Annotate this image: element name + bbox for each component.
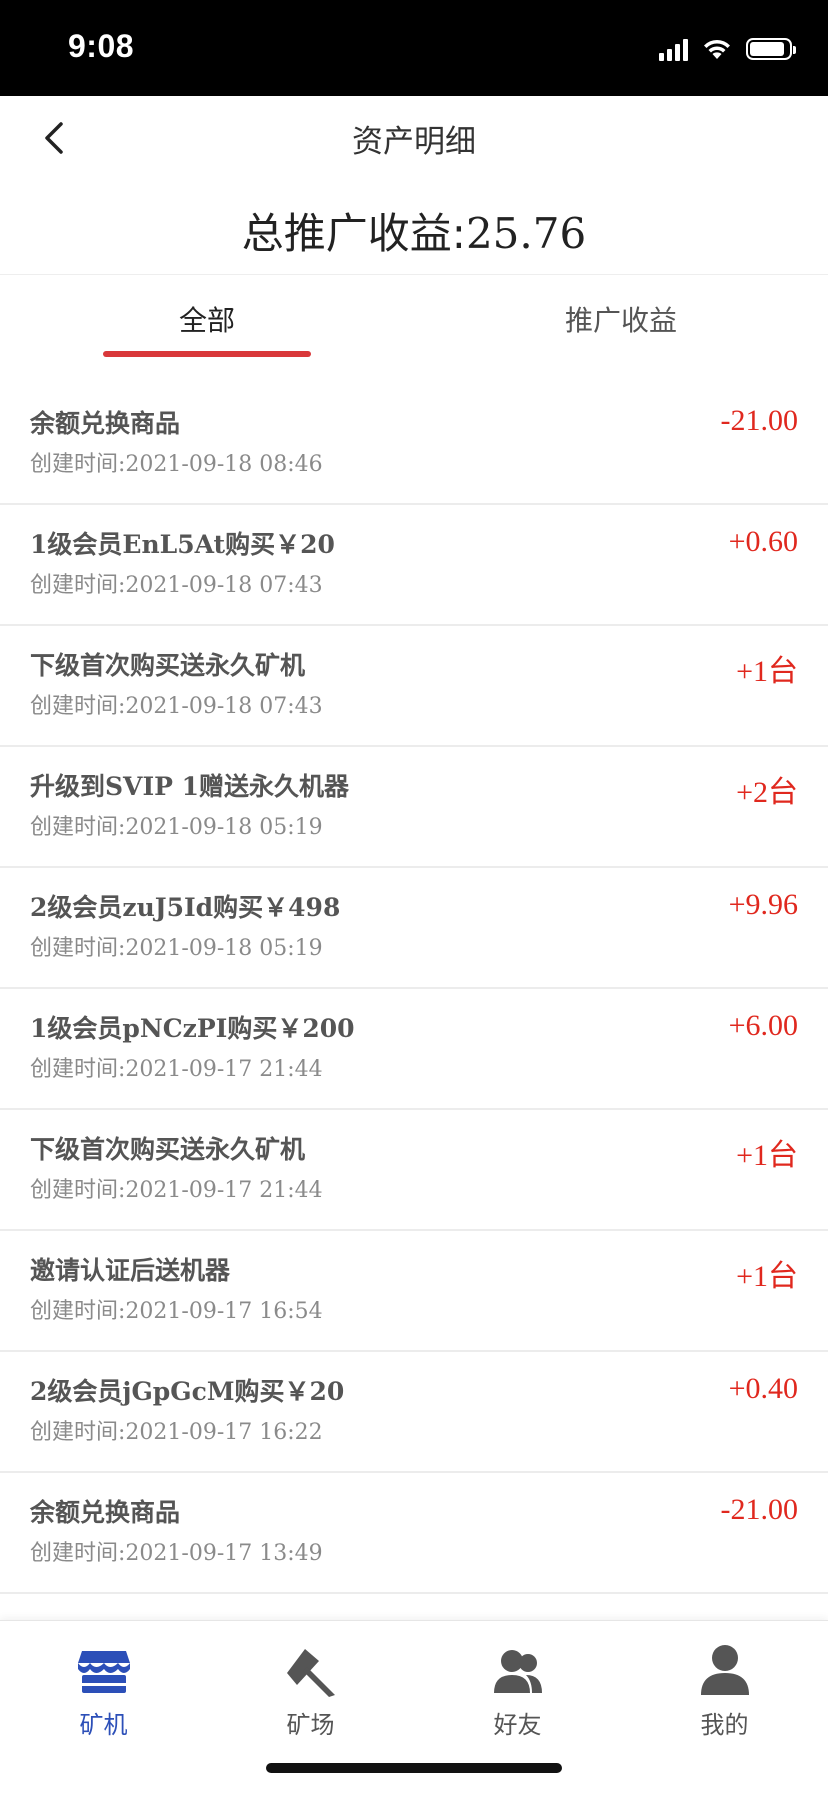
record-time: 创建时间:2021-09-17 21:44 (30, 1057, 323, 1082)
tab-promotion-earnings-label: 推广收益 (564, 304, 677, 337)
record-amount: +0.40 (728, 1372, 798, 1405)
profile-icon (700, 1645, 749, 1695)
record-time: 创建时间:2021-09-17 16:54 (30, 1299, 323, 1324)
tab-bar-friends[interactable]: 好友 (414, 1631, 621, 1741)
tab-bar-mining-machine[interactable]: 矿机 (0, 1631, 207, 1741)
record-title: 余额兑换商品 (30, 1498, 181, 1527)
active-tab-indicator (103, 351, 311, 357)
list-item[interactable]: 下级首次购买送永久矿机 创建时间:2021-09-18 07:43 +1台 (0, 626, 828, 747)
pickaxe-icon (286, 1649, 335, 1697)
record-title: 1级会员pNCzPI购买￥200 (30, 1014, 355, 1043)
tab-bar-mining-field[interactable]: 矿场 (207, 1631, 414, 1741)
tab-bar-label: 我的 (700, 1711, 749, 1739)
battery-icon (746, 38, 796, 60)
total-earnings-value: 25.76 (465, 209, 587, 258)
record-amount: +1台 (736, 655, 798, 688)
list-item[interactable]: 余额兑换商品 创建时间:2021-09-17 13:49 -21.00 (0, 1473, 828, 1594)
friends-icon (493, 1650, 542, 1693)
tab-bar-label: 矿场 (286, 1711, 335, 1739)
tab-bar-label: 矿机 (79, 1711, 128, 1739)
record-title: 升级到SVIP 1赠送永久机器 (30, 772, 350, 801)
list-item[interactable]: 下级首次购买送永久矿机 创建时间:2021-09-17 21:44 +1台 (0, 1110, 828, 1231)
record-time: 创建时间:2021-09-17 16:22 (30, 1420, 323, 1445)
record-title: 1级会员EnL5At购买￥20 (30, 530, 335, 559)
record-amount: +0.60 (728, 525, 798, 558)
record-amount: +2台 (736, 776, 798, 809)
tab-all-label: 全部 (178, 304, 235, 337)
record-title: 邀请认证后送机器 (30, 1256, 231, 1285)
list-item[interactable]: 余额兑换商品 创建时间:2021-09-18 08:46 -21.00 (0, 384, 828, 505)
status-icons (659, 36, 796, 62)
cellular-signal-icon (659, 37, 688, 61)
status-bar: 9:08 (0, 0, 828, 96)
list-item[interactable]: 1级会员pNCzPI购买￥200 创建时间:2021-09-17 21:44 +… (0, 989, 828, 1110)
record-title: 余额兑换商品 (30, 409, 181, 438)
list-item[interactable]: 邀请认证后送机器 创建时间:2021-09-17 16:54 +1台 (0, 1231, 828, 1352)
wifi-icon (704, 39, 730, 59)
record-amount: +1台 (736, 1139, 798, 1172)
list-item[interactable]: 2级会员jGpGcM购买￥20 创建时间:2021-09-17 16:22 +0… (0, 1352, 828, 1473)
list-item[interactable]: 2级会员zuJ5Id购买￥498 创建时间:2021-09-18 05:19 +… (0, 868, 828, 989)
list-item[interactable]: 1级会员EnL5At购买￥20 创建时间:2021-09-18 07:43 +0… (0, 505, 828, 626)
record-amount: -21.00 (720, 1493, 799, 1526)
record-amount: +9.96 (728, 888, 798, 921)
record-title: 2级会员zuJ5Id购买￥498 (30, 893, 341, 922)
record-amount: +1台 (736, 1260, 798, 1293)
record-amount: -21.00 (720, 404, 799, 437)
tab-all[interactable]: 全部 (0, 275, 414, 367)
record-time: 创建时间:2021-09-18 05:19 (30, 936, 323, 961)
total-earnings-label: 总推广收益: (241, 209, 466, 258)
tab-promotion-earnings[interactable]: 推广收益 (414, 275, 828, 367)
total-earnings: 总推广收益:25.76 (242, 200, 586, 261)
home-indicator (266, 1763, 562, 1773)
record-amount: +6.00 (728, 1009, 798, 1042)
record-time: 创建时间:2021-09-18 07:43 (30, 694, 323, 719)
record-title: 下级首次购买送永久矿机 (30, 1135, 306, 1164)
record-time: 创建时间:2021-09-17 21:44 (30, 1178, 323, 1203)
filter-tabs: 全部 推广收益 (0, 275, 828, 367)
tab-bar-label: 好友 (493, 1711, 542, 1739)
record-title: 下级首次购买送永久矿机 (30, 651, 306, 680)
tab-bar-profile[interactable]: 我的 (621, 1631, 828, 1741)
battery-level (750, 42, 784, 56)
record-time: 创建时间:2021-09-18 07:43 (30, 573, 323, 598)
asset-record-list: 余额兑换商品 创建时间:2021-09-18 08:46 -21.00 1级会员… (0, 384, 828, 1594)
list-item[interactable]: 升级到SVIP 1赠送永久机器 创建时间:2021-09-18 05:19 +2… (0, 747, 828, 868)
record-time: 创建时间:2021-09-18 05:19 (30, 815, 323, 840)
record-title: 2级会员jGpGcM购买￥20 (30, 1377, 345, 1406)
total-earnings-summary: 总推广收益:25.76 (0, 180, 828, 275)
record-time: 创建时间:2021-09-18 08:46 (30, 452, 323, 477)
page-title: 资产明细 (352, 124, 476, 160)
mining-machine-icon (77, 1651, 130, 1693)
nav-bar: 资产明细 (0, 96, 828, 180)
record-time: 创建时间:2021-09-17 13:49 (30, 1541, 323, 1566)
status-time: 9:08 (68, 28, 135, 64)
